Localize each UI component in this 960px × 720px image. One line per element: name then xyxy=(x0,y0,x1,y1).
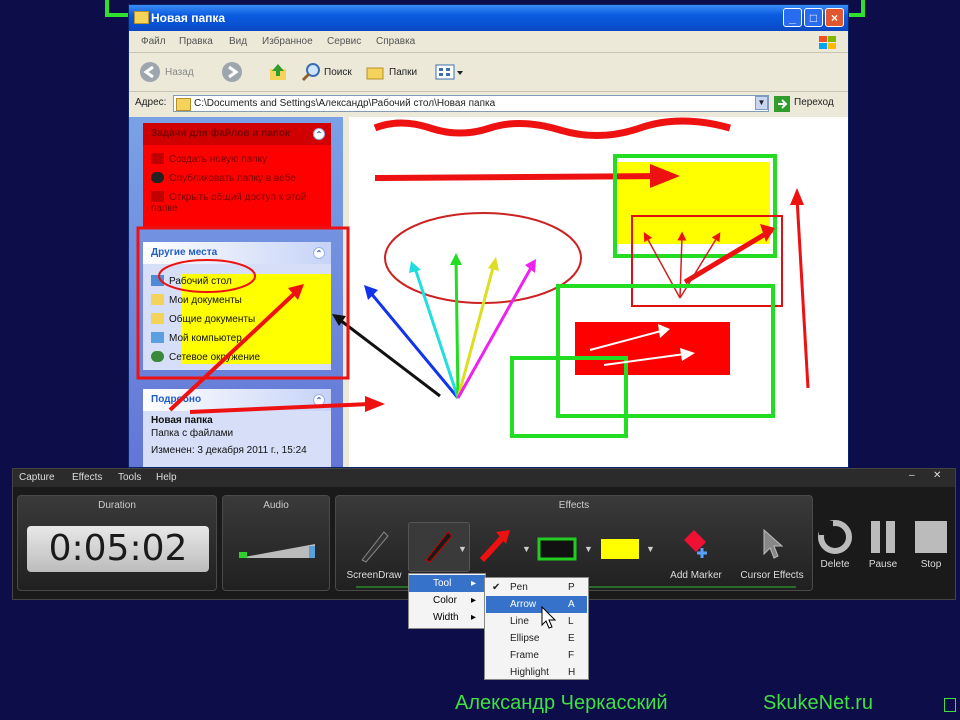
stop-button[interactable]: Stop xyxy=(907,559,955,570)
frame-tool-icon[interactable] xyxy=(536,536,580,564)
green-arrow xyxy=(454,257,460,399)
drawn-shapes xyxy=(136,117,810,438)
audio-title: Audio xyxy=(263,500,289,511)
red-frame xyxy=(136,226,350,380)
arrow-tool-icon[interactable] xyxy=(476,524,516,564)
tool-item-pen[interactable]: ✔ Pen P xyxy=(486,579,587,596)
menu-tools[interactable]: Tools xyxy=(118,472,141,483)
menu-item-width[interactable]: Width ▸ xyxy=(409,609,485,626)
checkmark-icon: ✔ xyxy=(492,582,501,593)
tool-item-line[interactable]: Line L xyxy=(486,613,587,630)
arrow-head xyxy=(790,188,804,205)
duration-section: Duration 0:05:02 xyxy=(17,495,217,591)
drawn-arrow xyxy=(168,290,298,412)
thin-arrow xyxy=(677,231,687,299)
add-marker-icon[interactable] xyxy=(678,526,714,562)
chevron-down-icon[interactable]: ▼ xyxy=(646,544,655,554)
menu-item-tool[interactable]: Tool ▸ xyxy=(409,575,485,592)
add-marker-label: Add Marker xyxy=(670,570,722,581)
ellipse xyxy=(158,259,256,293)
pause-icon[interactable] xyxy=(865,519,901,555)
chevron-down-icon[interactable]: ▼ xyxy=(458,544,467,554)
effects-title: Effects xyxy=(558,500,590,511)
blue-arrow xyxy=(368,291,460,399)
author-caption: Александр Черкасский xyxy=(455,692,668,714)
drawn-arrow xyxy=(374,173,671,181)
menu-capture[interactable]: Capture xyxy=(19,472,55,483)
corner-box-icon xyxy=(944,698,956,712)
tool-item-frame[interactable]: Frame F xyxy=(486,647,587,664)
screen-drawing-overlay xyxy=(136,117,810,438)
magenta-arrow xyxy=(456,265,534,399)
pause-button[interactable]: Pause xyxy=(859,559,907,570)
duration-title: Duration xyxy=(98,500,136,511)
delete-button[interactable]: Delete xyxy=(811,559,859,570)
cursor-effects-label: Cursor Effects xyxy=(740,570,804,581)
recorder-menu-bar: Capture Effects Tools Help – ✕ xyxy=(13,469,955,487)
tool-item-highlight[interactable]: Highlight H xyxy=(486,664,587,681)
cursor-effects-icon[interactable] xyxy=(760,528,784,560)
chevron-down-icon[interactable]: ▼ xyxy=(522,544,531,554)
audio-level-meter[interactable] xyxy=(237,538,321,562)
thin-arrow xyxy=(643,232,681,299)
delete-icon[interactable] xyxy=(817,519,853,555)
duration-display: 0:05:02 xyxy=(27,526,209,572)
tool-submenu: ✔ Pen P Arrow A Line L Ellipse E Frame F Highl… xyxy=(484,577,589,680)
menu-effects[interactable]: Effects xyxy=(72,472,102,483)
screendraw-pen-icon[interactable] xyxy=(354,524,394,564)
yellow-arrow xyxy=(456,263,496,399)
stop-icon[interactable] xyxy=(913,519,949,555)
minimize-button[interactable]: – xyxy=(909,470,915,481)
tool-options-menu: Tool ▸ Color ▸ Width ▸ xyxy=(408,573,486,629)
tool-item-ellipse[interactable]: Ellipse E xyxy=(486,630,587,647)
mouse-cursor-icon xyxy=(541,606,556,629)
pen-tool-icon[interactable] xyxy=(418,524,458,564)
screendraw-label: ScreenDraw xyxy=(346,570,402,581)
highlight-tool-icon[interactable] xyxy=(598,536,642,564)
drawn-arrow xyxy=(795,197,810,389)
chevron-down-icon[interactable]: ▼ xyxy=(584,544,593,554)
close-button[interactable]: ✕ xyxy=(933,470,941,481)
drawn-arrow xyxy=(189,402,371,414)
tool-item-arrow[interactable]: Arrow A xyxy=(486,596,587,613)
site-caption: SkukeNet.ru xyxy=(763,692,874,714)
menu-item-color[interactable]: Color ▸ xyxy=(409,592,485,609)
ellipse xyxy=(384,212,582,304)
cyan-arrow xyxy=(413,267,460,399)
pen-stroke xyxy=(373,117,731,139)
menu-help[interactable]: Help xyxy=(156,472,177,483)
audio-section: Audio xyxy=(222,495,330,591)
